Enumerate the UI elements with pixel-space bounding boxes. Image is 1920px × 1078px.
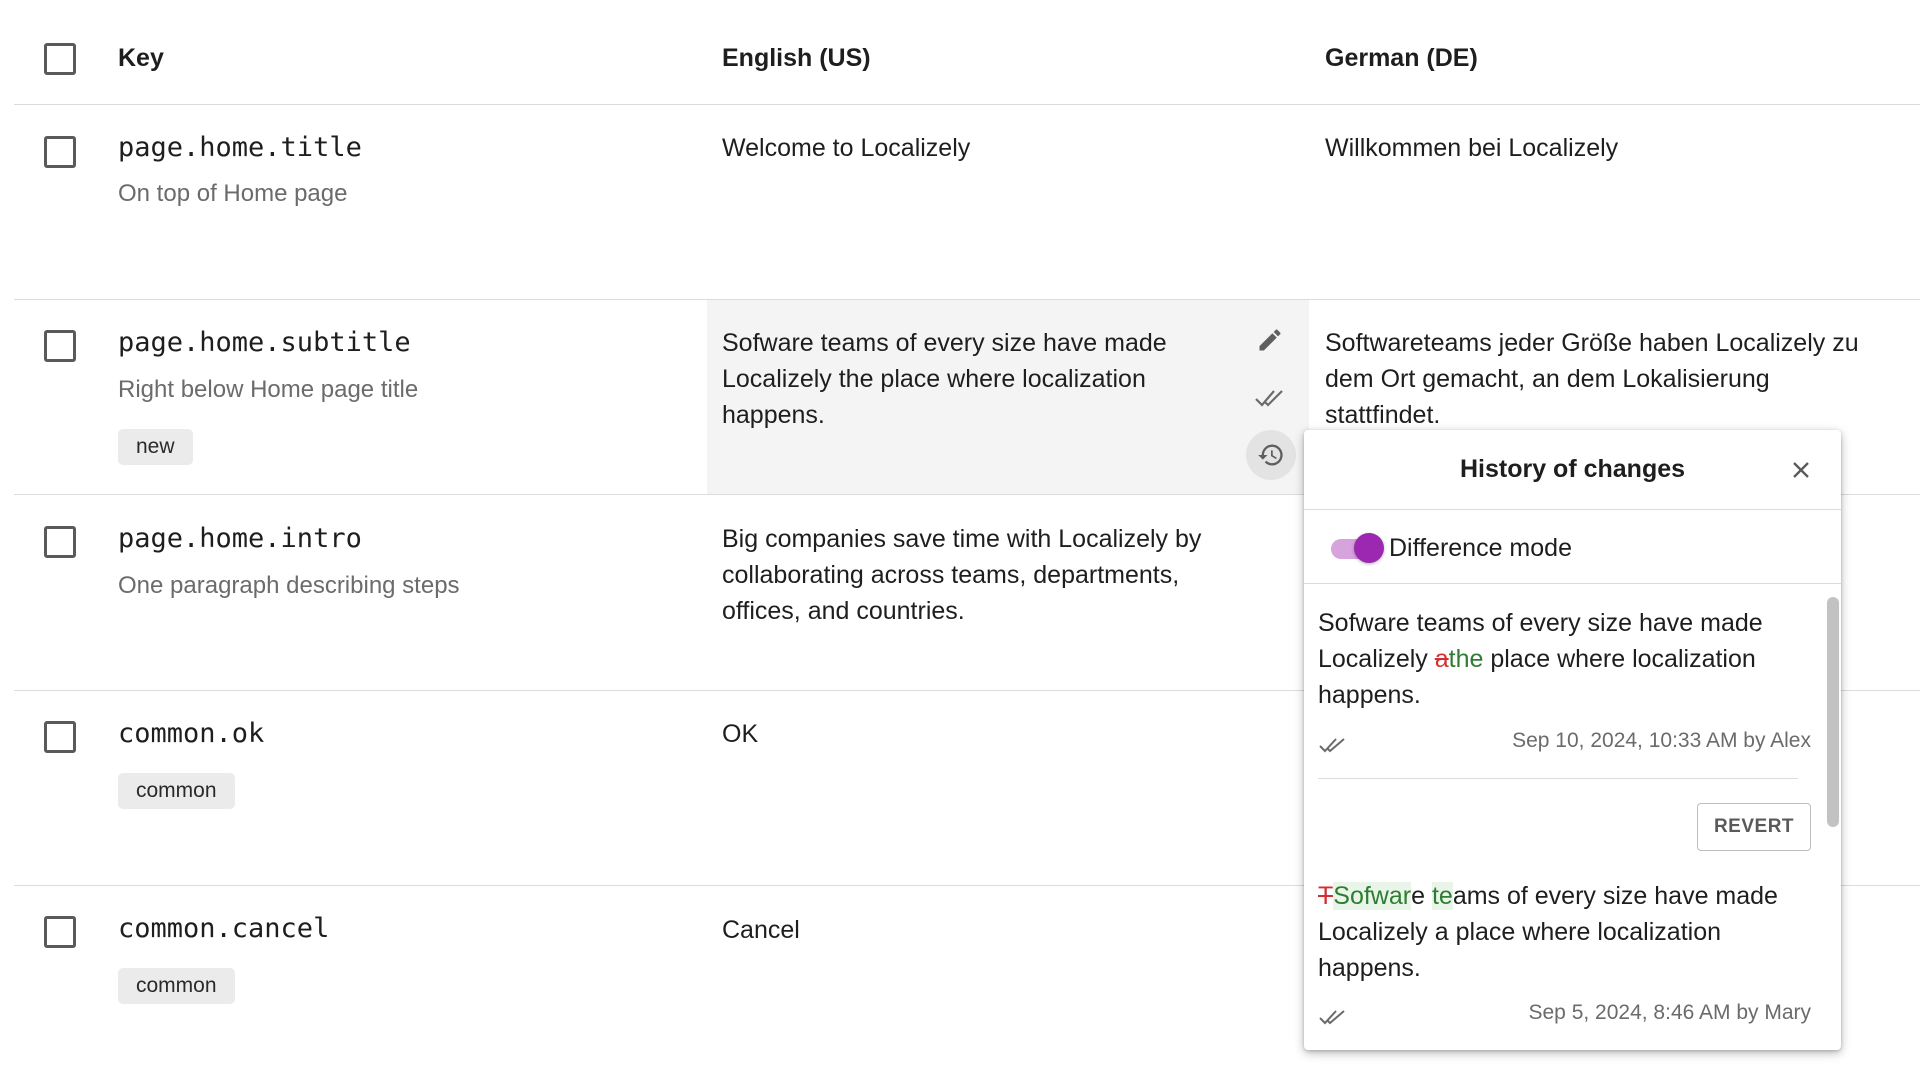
close-button[interactable] (1787, 456, 1815, 484)
entry-line: Localizely a place where localization (1318, 918, 1722, 946)
diff-unchanged: place where localization (1483, 645, 1756, 673)
column-header-english[interactable]: English (US) (722, 44, 871, 73)
column-header-german[interactable]: German (DE) (1325, 44, 1478, 73)
translations-table: Key English (US) German (DE) (14, 0, 1920, 105)
select-all-checkbox[interactable] (44, 43, 76, 75)
translation-key[interactable]: page.home.intro (118, 523, 362, 554)
difference-mode-row: Difference mode (1304, 511, 1841, 584)
diff-deleted: T (1318, 882, 1334, 910)
history-popup: History of changes Difference mode Sofwa… (1304, 430, 1841, 1050)
key-description: On top of Home page (118, 180, 348, 207)
entry-line: Sofware teams of every size have made (1318, 609, 1763, 637)
key-tag[interactable]: common (118, 773, 235, 809)
key-description: Right below Home page title (118, 376, 419, 403)
history-entry-text: TSofware teams of every size have made L… (1318, 878, 1798, 986)
english-value[interactable]: Welcome to Localizely (722, 130, 1242, 166)
diff-inserted: Sofwar (1333, 882, 1412, 910)
difference-mode-toggle[interactable] (1354, 533, 1384, 563)
key-tag[interactable]: common (118, 968, 235, 1004)
translation-key[interactable]: common.cancel (118, 913, 329, 944)
diff-unchanged: e (1411, 882, 1432, 910)
entry-divider (1318, 778, 1798, 779)
table-header: Key English (US) German (DE) (14, 0, 1920, 105)
history-entry-meta: Sep 10, 2024, 10:33 AM by Alex (1512, 729, 1811, 752)
german-value[interactable]: Willkommen bei Localizely (1325, 130, 1865, 166)
key-tag[interactable]: new (118, 429, 193, 465)
entry-line: TSofware teams of every size have made (1318, 878, 1798, 914)
column-header-key[interactable]: Key (118, 44, 164, 73)
english-value[interactable]: Big companies save time with Localizely … (722, 521, 1242, 629)
history-list: Sofware teams of every size have made Lo… (1304, 585, 1841, 1050)
scrollbar-thumb[interactable] (1827, 597, 1839, 827)
german-value[interactable]: Softwareteams jeder Größe haben Localize… (1325, 325, 1865, 433)
row-checkbox[interactable] (44, 330, 76, 362)
row-checkbox[interactable] (44, 916, 76, 948)
row-checkbox[interactable] (44, 136, 76, 168)
difference-mode-label: Difference mode (1389, 534, 1572, 562)
translation-key[interactable]: page.home.title (118, 132, 362, 163)
row-checkbox[interactable] (44, 721, 76, 753)
diff-deleted: a (1434, 645, 1449, 673)
english-value[interactable]: Cancel (722, 912, 1242, 948)
double-check-icon (1255, 390, 1283, 407)
revert-button[interactable]: REVERT (1697, 803, 1811, 851)
edit-button[interactable] (1248, 318, 1292, 362)
key-description: One paragraph describing steps (118, 572, 460, 599)
entry-line: happens. (1318, 954, 1421, 982)
entry-line: happens. (1318, 681, 1421, 709)
close-icon (1793, 462, 1809, 478)
verify-button[interactable] (1248, 376, 1292, 420)
double-check-icon (1319, 738, 1345, 753)
row-checkbox[interactable] (44, 526, 76, 558)
popup-title: History of changes (1304, 430, 1841, 510)
english-value[interactable]: Sofware teams of every size have made Lo… (722, 325, 1202, 433)
history-button[interactable] (1246, 430, 1296, 480)
double-check-icon (1319, 1010, 1345, 1025)
entry-line: Localizely athe place where localization (1318, 641, 1798, 677)
diff-unchanged: Localizely (1318, 645, 1435, 673)
history-icon (1258, 444, 1283, 466)
diff-inserted: te (1431, 882, 1453, 910)
diff-inserted: the (1448, 645, 1484, 673)
diff-unchanged: ams of every size have made (1452, 882, 1778, 910)
history-entry-meta: Sep 5, 2024, 8:46 AM by Mary (1528, 1001, 1812, 1024)
pencil-icon (1259, 329, 1281, 351)
english-value[interactable]: OK (722, 716, 1242, 752)
translation-key[interactable]: page.home.subtitle (118, 327, 411, 358)
translation-key[interactable]: common.ok (118, 718, 264, 749)
history-entry-text: Sofware teams of every size have made Lo… (1318, 605, 1798, 713)
